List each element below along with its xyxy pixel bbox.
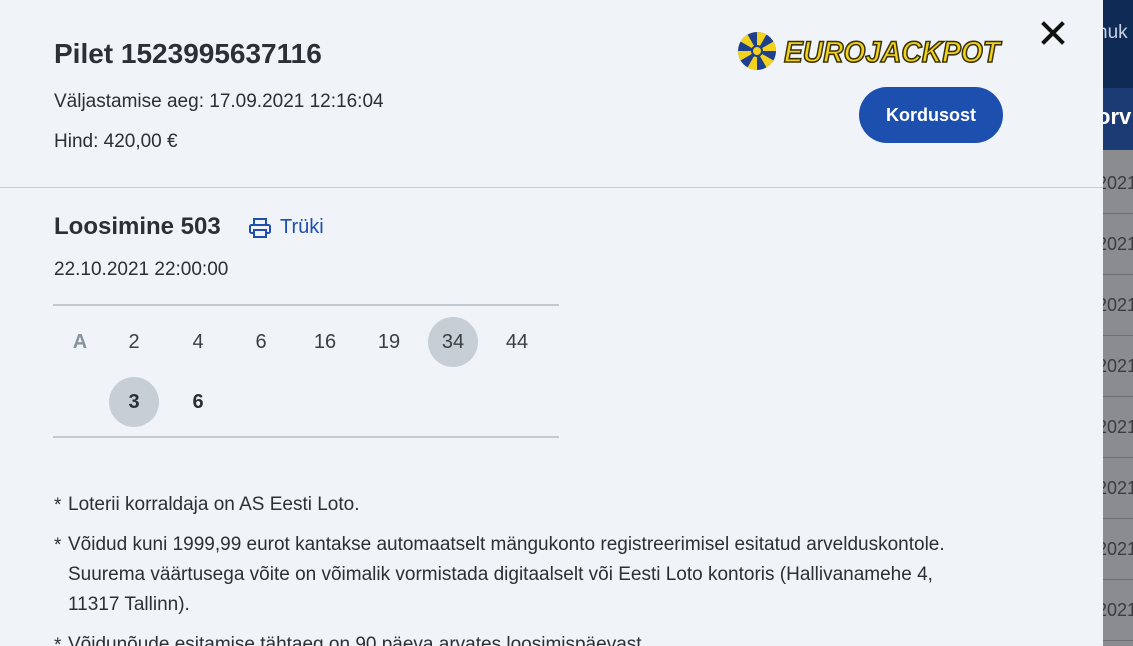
print-link[interactable]: Trüki xyxy=(249,216,324,239)
background-row-text: 2021 xyxy=(1103,600,1133,620)
issue-time: Väljastamise aeg: 17.09.2021 12:16:04 xyxy=(54,91,384,112)
note-item: * Võidunõude esitamise tähtaeg on 90 päe… xyxy=(54,630,954,646)
background-row: 2021 xyxy=(1103,458,1133,519)
main-number: 4 xyxy=(192,330,204,353)
background-row: 2021 xyxy=(1103,397,1133,458)
note-text: Loterii korraldaja on AS Eesti Loto. xyxy=(68,494,360,515)
background-subheader-text: orv xyxy=(1103,104,1132,129)
extra-number-matched: 3 xyxy=(109,377,159,427)
background-row: 2021 xyxy=(1103,519,1133,580)
extra-number: 6 xyxy=(192,390,204,413)
main-number: 16 xyxy=(313,330,337,353)
background-row: 2021 xyxy=(1103,336,1133,397)
notes-list: * Loterii korraldaja on AS Eesti Loto. *… xyxy=(54,490,954,646)
background-header xyxy=(1103,0,1133,88)
printer-icon xyxy=(249,217,271,238)
note-item: * Võidud kuni 1999,99 eurot kantakse aut… xyxy=(54,530,954,620)
eurojackpot-logo: EUROJACKPOT xyxy=(737,31,1003,71)
ticket-price: Hind: 420,00 € xyxy=(54,131,178,152)
note-bullet: * xyxy=(54,495,62,516)
main-number: 2 xyxy=(128,330,140,353)
close-icon xyxy=(1041,21,1065,45)
note-text: Võidunõude esitamise tähtaeg on 90 päeva… xyxy=(68,634,647,646)
numbers-grid: A 2 4 6 16 19 34 44 3 6 xyxy=(53,304,559,438)
ticket-title: Pilet 1523995637116 xyxy=(54,38,322,69)
background-row-text: 2021 xyxy=(1103,417,1133,437)
background-row-text: 2021 xyxy=(1103,295,1133,315)
note-bullet: * xyxy=(54,635,62,646)
close-button[interactable] xyxy=(1038,18,1068,48)
background-row-text: 2021 xyxy=(1103,234,1133,254)
background-row-text: 2021 xyxy=(1103,478,1133,498)
main-number: 6 xyxy=(255,330,267,353)
background-row: 2021 xyxy=(1103,214,1133,275)
ticket-modal: Pilet 1523995637116 Väljastamise aeg: 17… xyxy=(0,0,1103,646)
note-text: Võidud kuni 1999,99 eurot kantakse autom… xyxy=(68,534,945,615)
main-number-matched: 34 xyxy=(428,317,478,367)
background-row-text: 2021 xyxy=(1103,173,1133,193)
note-item: * Loterii korraldaja on AS Eesti Loto. xyxy=(54,490,954,520)
print-label: Trüki xyxy=(280,216,324,238)
background-row: 2021 xyxy=(1103,153,1133,214)
background-page: nuk orv 2021 2021 2021 2021 2021 2021 20… xyxy=(1103,0,1133,646)
main-number: 19 xyxy=(377,330,401,353)
background-row: 2021 xyxy=(1103,275,1133,336)
logo-text: EUROJACKPOT xyxy=(784,36,1003,69)
row-label: A xyxy=(72,330,88,353)
background-row: 2021 xyxy=(1103,580,1133,641)
modal-header: Pilet 1523995637116 Väljastamise aeg: 17… xyxy=(0,0,1103,188)
background-row-text: 2021 xyxy=(1103,356,1133,376)
background-row-text: 2021 xyxy=(1103,539,1133,559)
repurchase-button[interactable]: Kordusost xyxy=(859,87,1003,143)
main-number: 44 xyxy=(505,330,529,353)
draw-title: Loosimine 503 xyxy=(54,213,221,240)
background-header-text: nuk xyxy=(1103,22,1128,43)
note-bullet: * xyxy=(54,535,62,556)
draw-date: 22.10.2021 22:00:00 xyxy=(54,259,229,280)
